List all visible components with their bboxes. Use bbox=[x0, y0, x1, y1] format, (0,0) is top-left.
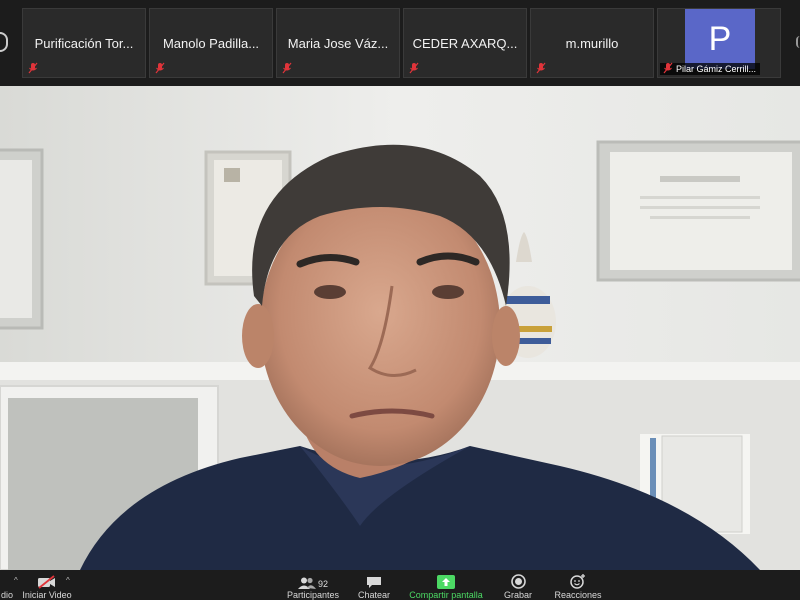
start-video-label: Iniciar Video bbox=[22, 590, 72, 600]
participant-name: Maria Jose Váz... bbox=[287, 36, 389, 51]
record-icon bbox=[510, 574, 526, 589]
participant-tile[interactable]: CEDER AXARQ... bbox=[403, 8, 527, 78]
participant-name: Pilar Gámiz Cerrill... bbox=[676, 64, 757, 74]
participants-button[interactable]: 92 Participantes bbox=[282, 570, 344, 600]
mic-muted-icon bbox=[536, 62, 546, 74]
share-screen-label: Compartir pantalla bbox=[409, 590, 483, 600]
participants-label: Participantes bbox=[286, 590, 340, 600]
mic-muted-icon bbox=[663, 62, 673, 74]
video-off-icon bbox=[38, 575, 55, 589]
mic-muted-icon bbox=[155, 62, 165, 74]
share-screen-button[interactable]: Compartir pantalla bbox=[404, 570, 488, 600]
audio-button[interactable]: dio bbox=[0, 570, 14, 600]
participant-tile[interactable]: P Pilar Gámiz Cerrill... bbox=[657, 8, 781, 78]
participant-strip: Purificación Tor... Manolo Padilla... Ma… bbox=[0, 0, 800, 86]
chat-button[interactable]: Chatear bbox=[352, 570, 396, 600]
participants-count: 92 bbox=[317, 579, 328, 589]
participant-name: CEDER AXARQ... bbox=[412, 36, 518, 51]
scroll-left-arrow[interactable] bbox=[0, 32, 8, 52]
mic-muted-icon bbox=[28, 62, 38, 74]
meeting-toolbar: dio ^ Iniciar Video ^ 92 Participantes C… bbox=[0, 570, 800, 600]
mic-muted-icon bbox=[282, 62, 292, 74]
participant-name: Manolo Padilla... bbox=[162, 36, 260, 51]
zoom-meeting-window: Purificación Tor... Manolo Padilla... Ma… bbox=[0, 0, 800, 600]
chat-label: Chatear bbox=[357, 590, 391, 600]
speaker-video bbox=[0, 86, 800, 570]
reactions-button[interactable]: Reacciones bbox=[550, 570, 606, 600]
participant-name: Purificación Tor... bbox=[34, 36, 134, 51]
start-video-button[interactable]: Iniciar Video bbox=[20, 570, 74, 600]
chat-icon bbox=[367, 577, 381, 588]
participant-tile[interactable]: m.murillo bbox=[530, 8, 654, 78]
mic-muted-icon bbox=[409, 62, 419, 74]
audio-label: dio bbox=[0, 590, 13, 600]
participants-icon bbox=[297, 577, 316, 589]
audio-options-caret[interactable]: ^ bbox=[14, 576, 18, 585]
speaker-video-frame bbox=[0, 86, 800, 570]
share-screen-icon bbox=[437, 575, 455, 589]
participant-tile[interactable]: Maria Jose Váz... bbox=[276, 8, 400, 78]
video-options-caret[interactable]: ^ bbox=[66, 576, 70, 585]
participant-name-label: Pilar Gámiz Cerrill... bbox=[660, 62, 761, 75]
record-button[interactable]: Grabar bbox=[498, 570, 538, 600]
scroll-right-arrow[interactable] bbox=[796, 36, 800, 48]
participant-tile[interactable]: Manolo Padilla... bbox=[149, 8, 273, 78]
avatar: P bbox=[685, 9, 755, 69]
reactions-label: Reacciones bbox=[554, 590, 602, 600]
record-label: Grabar bbox=[503, 590, 532, 600]
reactions-icon bbox=[570, 574, 585, 589]
participant-tile[interactable]: Purificación Tor... bbox=[22, 8, 146, 78]
participant-name: m.murillo bbox=[565, 36, 619, 51]
